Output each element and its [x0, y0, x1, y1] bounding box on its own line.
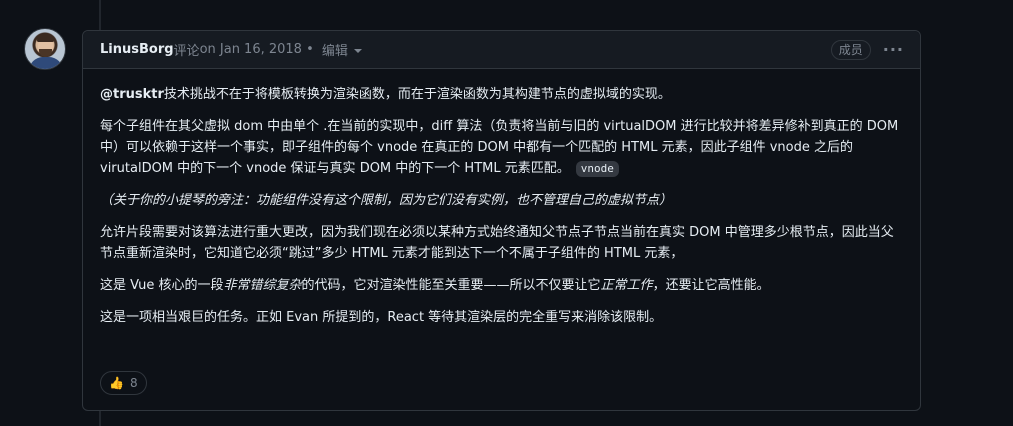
comment-box: LinusBorg 评论 on Jan 16, 2018 • 编辑 成员 ···… — [82, 30, 921, 411]
chevron-down-icon — [353, 48, 362, 53]
paragraph-2: 每个子组件在其父虚拟 dom 中由单个 .在当前的实现中，diff 算法（负责将… — [100, 116, 903, 179]
edited-label: 编辑 — [321, 44, 348, 59]
comment-body: @trusktr技术挑战不在于将模板转换为渲染函数，而在于渲染函数为其构建节点的… — [83, 69, 920, 328]
paragraph-5-text-c: ，还要让它高性能。 — [652, 278, 770, 293]
vnode-code-chip: vnode — [575, 161, 619, 177]
paragraph-5: 这是 Vue 核心的一段非常错综复杂的代码，它对渲染性能至关重要——所以不仅要让… — [100, 275, 903, 296]
paragraph-5-text-b: 的代码，它对渲染性能至关重要——所以不仅要让它 — [301, 278, 601, 293]
user-mention[interactable]: @trusktr — [100, 87, 164, 102]
reaction-count: 8 — [129, 376, 138, 390]
avatar[interactable] — [24, 28, 66, 70]
paragraph-6: 这是一项相当艰巨的任务。正如 Evan 所提到的，React 等待其渲染层的完全… — [100, 310, 663, 325]
avatar-beard — [39, 49, 52, 57]
avatar-shirt — [29, 57, 63, 69]
member-badge: 成员 — [830, 39, 871, 60]
avatar-hair — [37, 34, 54, 42]
paragraph-4: 允许片段需要对该算法进行重大更改，因为我们现在必须以某种方式始终通知父节点子节点… — [100, 225, 894, 261]
comment-date[interactable]: on Jan 16, 2018 — [200, 42, 302, 57]
thumbs-up-reaction-button[interactable]: 👍 8 — [100, 371, 147, 395]
paragraph-1-text: 技术挑战不在于将模板转换为渲染函数，而在于渲染函数为其构建节点的虚拟域的实现。 — [163, 87, 671, 102]
comment-header: LinusBorg 评论 on Jan 16, 2018 • 编辑 成员 ··· — [83, 31, 920, 69]
paragraph-5-italic-1: 非常错综复杂 — [223, 278, 302, 293]
paragraph-5-italic-2: 正常工作 — [600, 278, 653, 293]
paragraph-1: @trusktr技术挑战不在于将模板转换为渲染函数，而在于渲染函数为其构建节点的… — [100, 84, 903, 105]
header-separator: • — [301, 42, 318, 57]
author-link[interactable]: LinusBorg — [100, 42, 174, 57]
thumbs-up-icon: 👍 — [109, 376, 124, 390]
more-options-icon[interactable]: ··· — [883, 40, 904, 59]
paragraph-2-text: 每个子组件在其父虚拟 dom 中由单个 .在当前的实现中，diff 算法（负责将… — [100, 119, 899, 176]
comment-action: 评论 — [173, 44, 200, 59]
paragraph-5-text-a: 这是 Vue 核心的一段 — [100, 278, 224, 293]
paragraph-3: （关于你的小提琴的旁注：功能组件没有这个限制，因为它们没有实例，也不管理自己的虚… — [100, 193, 673, 208]
edited-dropdown[interactable]: 编辑 — [322, 40, 362, 59]
